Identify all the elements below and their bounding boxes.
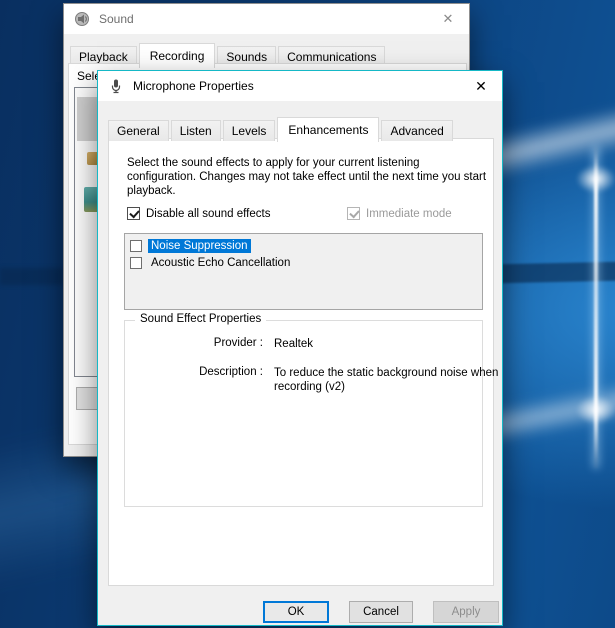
wallpaper-window-pane-gap-left <box>0 268 63 285</box>
wallpaper-window-pane-gap <box>498 262 615 284</box>
list-item-acoustic-echo-cancellation[interactable]: Acoustic Echo Cancellation <box>125 254 482 271</box>
microphone-properties-dialog: Microphone Properties ✕ General Listen L… <box>97 70 503 626</box>
tab-listen[interactable]: Listen <box>171 120 221 141</box>
sound-close-icon[interactable]: ✕ <box>427 4 469 34</box>
immediate-mode-checkbox: Immediate mode <box>347 207 452 220</box>
desktop-wallpaper: Sound ✕ Playback Recording Sounds Commun… <box>0 0 615 628</box>
tab-levels[interactable]: Levels <box>223 120 276 141</box>
ok-button[interactable]: OK <box>263 601 329 623</box>
wallpaper-window-edge <box>594 146 598 468</box>
enhancements-tab-page: Select the sound effects to apply for yo… <box>108 138 494 586</box>
disable-all-sound-effects-checkbox[interactable]: Disable all sound effects <box>127 207 270 220</box>
mic-tab-strip: General Listen Levels Enhancements Advan… <box>108 117 455 141</box>
list-item-noise-suppression[interactable]: Noise Suppression <box>125 237 482 254</box>
sound-dialog-title: Sound <box>99 12 134 26</box>
enhancements-intro-text: Select the sound effects to apply for yo… <box>127 156 487 198</box>
sound-effect-properties-group: Sound Effect Properties Provider : Realt… <box>124 320 483 507</box>
description-label: Description : <box>125 366 263 394</box>
checkbox-unchecked-icon[interactable] <box>130 257 142 269</box>
effect-label[interactable]: Noise Suppression <box>148 239 251 253</box>
cancel-button[interactable]: Cancel <box>349 601 413 623</box>
checkbox-checked-icon[interactable] <box>127 207 140 220</box>
mic-titlebar[interactable]: Microphone Properties ✕ <box>98 71 502 101</box>
description-row: Description : To reduce the static backg… <box>125 366 514 394</box>
checkbox-checked-disabled-icon <box>347 207 360 220</box>
provider-label: Provider : <box>125 337 263 351</box>
microphone-icon <box>108 78 124 94</box>
immediate-mode-label: Immediate mode <box>366 208 452 220</box>
sound-effects-list[interactable]: Noise Suppression Acoustic Echo Cancella… <box>124 233 483 310</box>
effect-label[interactable]: Acoustic Echo Cancellation <box>148 256 293 270</box>
tab-general[interactable]: General <box>108 120 169 141</box>
wallpaper-glow-bottom <box>576 396 615 424</box>
provider-value: Realtek <box>274 337 514 351</box>
sound-titlebar[interactable]: Sound ✕ <box>64 4 469 34</box>
description-value: To reduce the static background noise wh… <box>274 366 514 394</box>
group-title: Sound Effect Properties <box>135 313 266 325</box>
tab-recording[interactable]: Recording <box>139 43 216 68</box>
speaker-icon <box>74 11 90 27</box>
tab-enhancements[interactable]: Enhancements <box>277 117 379 142</box>
checkbox-unchecked-icon[interactable] <box>130 240 142 252</box>
tab-advanced[interactable]: Advanced <box>381 120 452 141</box>
apply-button: Apply <box>433 601 499 623</box>
mic-close-icon[interactable]: ✕ <box>460 71 502 101</box>
disable-all-label: Disable all sound effects <box>146 208 270 220</box>
mic-dialog-title: Microphone Properties <box>133 79 254 93</box>
wallpaper-glow-top <box>576 165 615 193</box>
provider-row: Provider : Realtek <box>125 337 514 351</box>
